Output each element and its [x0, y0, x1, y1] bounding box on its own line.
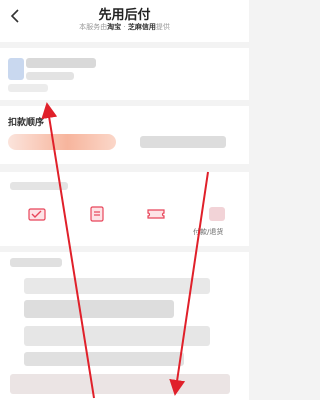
- limit-progress-bar[interactable]: [8, 134, 116, 150]
- deduction-order-label: 扣款顺序: [8, 118, 45, 128]
- subtitle-brand-taobao: 淘宝: [107, 23, 122, 31]
- quick-action-4-label: 付款/退货: [193, 228, 224, 236]
- quick-action-1[interactable]: [26, 205, 48, 223]
- limit-value-blur: [140, 136, 226, 148]
- content-block-2: [24, 300, 174, 318]
- subtitle-prefix: 本服务由: [79, 23, 108, 31]
- subtitle-separator: ·: [121, 23, 128, 31]
- subtitle-brand-zhima: 芝麻信用: [127, 23, 156, 31]
- header: 先用后付 本服务由淘宝 · 芝麻信用提供: [0, 0, 249, 42]
- account-section: [0, 48, 249, 100]
- page-title: 先用后付: [98, 8, 151, 23]
- quick-action-3[interactable]: [145, 205, 167, 223]
- account-detail-blur: [26, 72, 74, 80]
- content-block-1: [24, 278, 210, 294]
- checkmark-envelope-icon: [28, 208, 46, 221]
- content-title-blur: [10, 258, 62, 267]
- quick-action-4-icon-blur: [209, 207, 225, 221]
- subtitle-suffix: 提供: [155, 23, 170, 31]
- account-avatar-blur: [8, 58, 24, 80]
- page-subtitle: 本服务由淘宝 · 芝麻信用提供: [0, 22, 249, 32]
- quick-section-title-blur: [10, 182, 68, 190]
- account-extra-blur: [8, 84, 48, 92]
- bill-icon: [90, 206, 104, 222]
- quick-action-4[interactable]: [206, 205, 228, 223]
- ticket-icon: [147, 209, 165, 219]
- account-name-blur: [26, 58, 96, 68]
- content-block-3: [24, 326, 210, 346]
- content-block-5: [10, 374, 230, 394]
- quick-action-2[interactable]: [86, 205, 108, 223]
- content-block-4: [24, 352, 184, 366]
